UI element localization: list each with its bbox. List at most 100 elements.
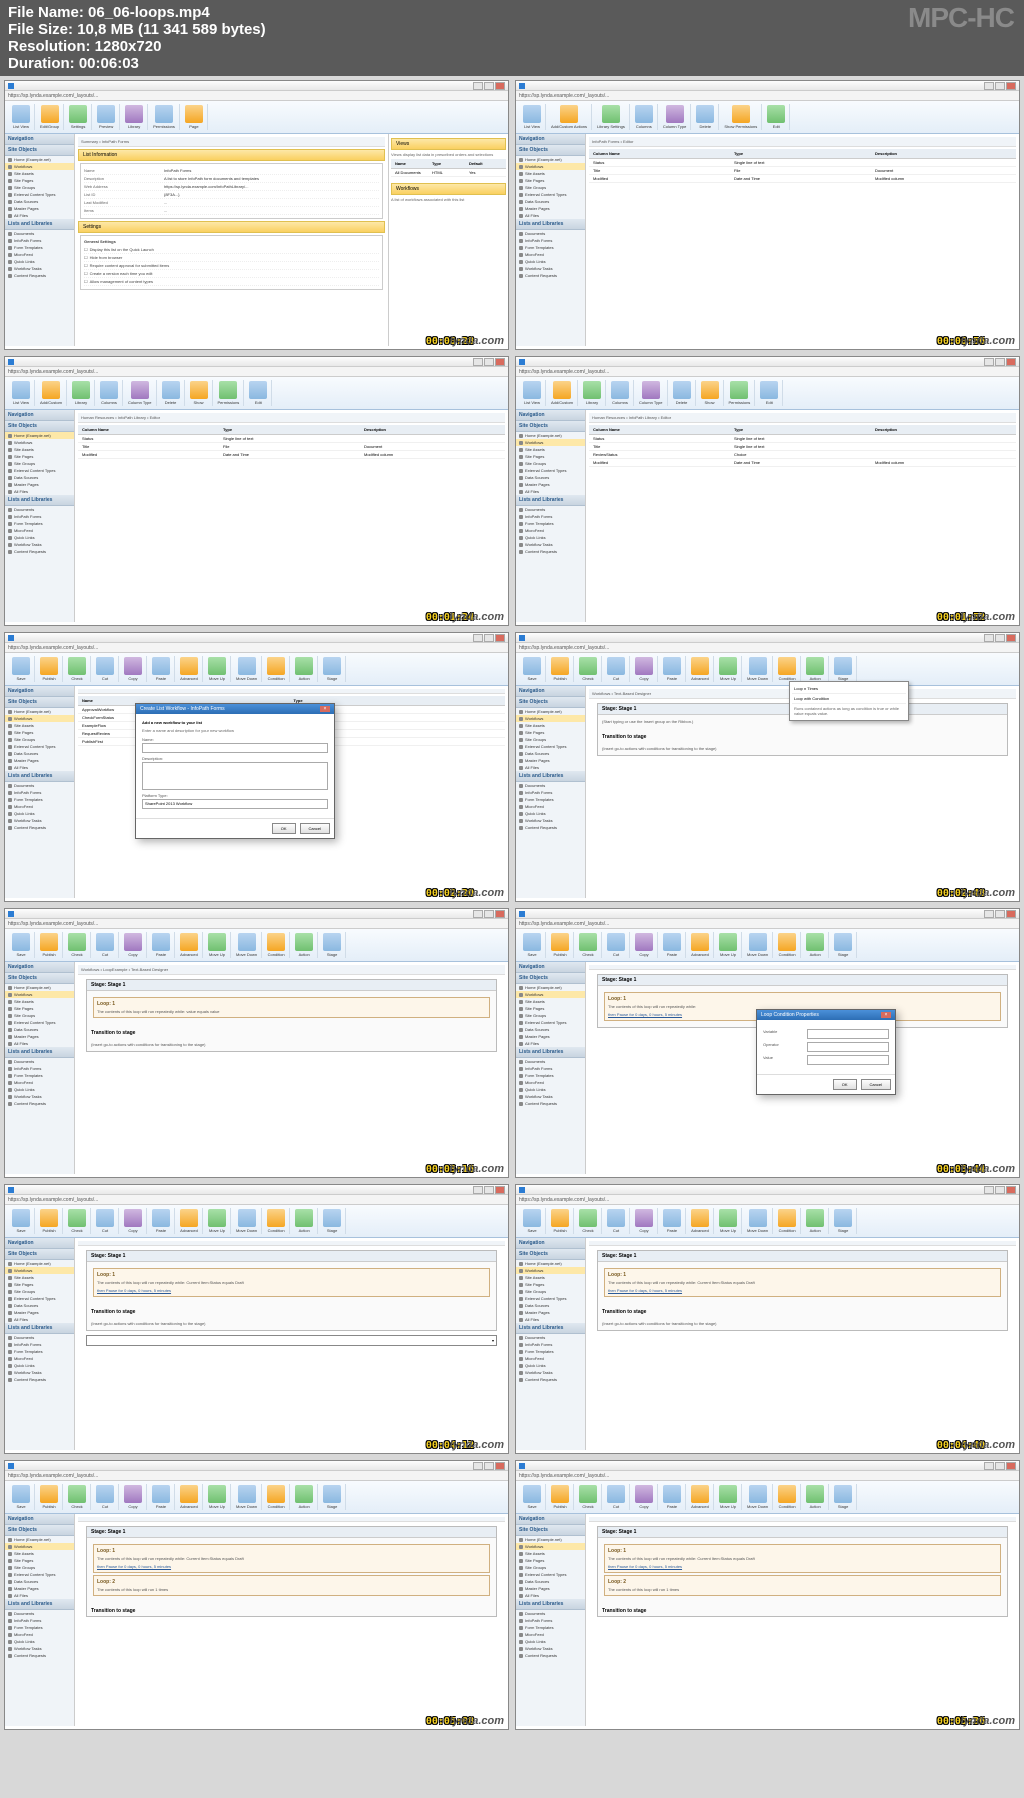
nav-item[interactable]: Documents bbox=[5, 1610, 74, 1617]
nav-item[interactable]: Documents bbox=[516, 1334, 585, 1341]
ribbon-button[interactable]: Library Settings bbox=[593, 104, 630, 130]
ribbon-button[interactable]: Settings bbox=[65, 104, 92, 130]
nav-item[interactable]: Workflows bbox=[516, 1543, 585, 1550]
maximize-button[interactable] bbox=[995, 1186, 1005, 1194]
address-bar[interactable]: https://sp.lynda.example.com/_layouts/..… bbox=[516, 643, 1019, 653]
nav-item[interactable]: InfoPath Forms bbox=[5, 1617, 74, 1624]
nav-item[interactable]: Site Assets bbox=[516, 446, 585, 453]
nav-item[interactable]: InfoPath Forms bbox=[5, 513, 74, 520]
nav-item[interactable]: Home (Example.net) bbox=[516, 708, 585, 715]
minimize-button[interactable] bbox=[984, 1186, 994, 1194]
nav-item[interactable]: Form Templates bbox=[516, 1348, 585, 1355]
close-icon[interactable]: × bbox=[320, 706, 330, 712]
nav-item[interactable]: Site Assets bbox=[5, 170, 74, 177]
minimize-button[interactable] bbox=[984, 910, 994, 918]
nav-item[interactable]: Site Assets bbox=[516, 170, 585, 177]
nav-item[interactable]: All Files bbox=[516, 1040, 585, 1047]
nav-item[interactable]: Home (Example.net) bbox=[516, 432, 585, 439]
minimize-button[interactable] bbox=[473, 634, 483, 642]
ribbon-button[interactable]: Stage bbox=[830, 1484, 857, 1510]
ribbon-button[interactable]: Check bbox=[64, 1484, 91, 1510]
nav-item[interactable]: Form Templates bbox=[516, 796, 585, 803]
address-bar[interactable]: https://sp.lynda.example.com/_layouts/..… bbox=[5, 91, 508, 101]
nav-item[interactable]: MicroFeed bbox=[5, 1079, 74, 1086]
breadcrumb[interactable]: Human Resources • InfoPath Library • Edi… bbox=[589, 413, 1016, 423]
close-button[interactable] bbox=[495, 358, 505, 366]
nav-item[interactable]: Master Pages bbox=[516, 1033, 585, 1040]
ribbon-button[interactable]: Move Down bbox=[743, 1484, 773, 1510]
dropdown-field[interactable]: ▾ bbox=[86, 1335, 497, 1346]
ribbon-button[interactable]: List View bbox=[8, 104, 35, 130]
ribbon-button[interactable]: Paste bbox=[148, 1208, 175, 1234]
nav-item[interactable]: Form Templates bbox=[516, 520, 585, 527]
nav-item[interactable]: Site Assets bbox=[5, 998, 74, 1005]
maximize-button[interactable] bbox=[995, 358, 1005, 366]
table-row[interactable]: TitleFileDocument bbox=[78, 443, 505, 451]
nav-item[interactable]: InfoPath Forms bbox=[516, 513, 585, 520]
nav-item[interactable]: Documents bbox=[5, 1334, 74, 1341]
ribbon-button[interactable]: Show Permissions bbox=[720, 104, 762, 130]
ribbon-button[interactable]: Move Down bbox=[743, 1208, 773, 1234]
ribbon-button[interactable]: Move Up bbox=[715, 656, 742, 682]
nav-item[interactable]: Quick Links bbox=[5, 1086, 74, 1093]
nav-item[interactable]: All Files bbox=[516, 1316, 585, 1323]
nav-item[interactable]: Documents bbox=[516, 506, 585, 513]
cancel-button[interactable]: Cancel bbox=[300, 823, 330, 834]
nav-item[interactable]: Quick Links bbox=[516, 258, 585, 265]
ribbon-button[interactable]: Show bbox=[186, 380, 213, 406]
breadcrumb[interactable] bbox=[589, 1517, 1016, 1522]
nav-item[interactable]: Master Pages bbox=[5, 205, 74, 212]
nav-item[interactable]: MicroFeed bbox=[5, 803, 74, 810]
minimize-button[interactable] bbox=[473, 910, 483, 918]
ribbon-button[interactable]: Action bbox=[291, 932, 318, 958]
nav-item[interactable]: Documents bbox=[516, 230, 585, 237]
ribbon-button[interactable]: Move Up bbox=[204, 1484, 231, 1510]
ribbon-button[interactable]: Edit/Group bbox=[36, 104, 64, 130]
nav-item[interactable]: Workflow Tasks bbox=[5, 1369, 74, 1376]
nav-item[interactable]: Site Assets bbox=[5, 1274, 74, 1281]
ribbon-button[interactable]: Save bbox=[8, 1484, 35, 1510]
ribbon-button[interactable]: Stage bbox=[319, 1208, 346, 1234]
nav-item[interactable]: Form Templates bbox=[516, 1624, 585, 1631]
ribbon-button[interactable]: Action bbox=[802, 932, 829, 958]
address-bar[interactable]: https://sp.lynda.example.com/_layouts/..… bbox=[516, 1195, 1019, 1205]
nav-item[interactable]: Site Pages bbox=[5, 453, 74, 460]
ribbon-button[interactable]: Action bbox=[802, 656, 829, 682]
breadcrumb[interactable] bbox=[589, 1241, 1016, 1246]
nav-item[interactable]: Data Sources bbox=[516, 1578, 585, 1585]
nav-item[interactable]: Master Pages bbox=[516, 205, 585, 212]
ribbon-button[interactable]: Save bbox=[519, 932, 546, 958]
cancel-button[interactable]: Cancel bbox=[861, 1079, 891, 1090]
close-button[interactable] bbox=[1006, 1462, 1016, 1470]
address-bar[interactable]: https://sp.lynda.example.com/_layouts/..… bbox=[516, 1471, 1019, 1481]
nav-item[interactable]: Quick Links bbox=[5, 534, 74, 541]
nav-item[interactable]: Content Requests bbox=[516, 548, 585, 555]
ribbon-button[interactable]: Stage bbox=[319, 656, 346, 682]
nav-item[interactable]: Site Pages bbox=[516, 453, 585, 460]
maximize-button[interactable] bbox=[484, 1462, 494, 1470]
ribbon-button[interactable]: Save bbox=[519, 656, 546, 682]
nav-item[interactable]: Workflow Tasks bbox=[5, 541, 74, 548]
nav-item[interactable]: Home (Example.net) bbox=[516, 156, 585, 163]
ribbon-button[interactable]: Action bbox=[291, 1484, 318, 1510]
ribbon-button[interactable]: Move Up bbox=[715, 932, 742, 958]
nav-item[interactable]: Content Requests bbox=[5, 824, 74, 831]
nav-item[interactable]: External Content Types bbox=[516, 1019, 585, 1026]
minimize-button[interactable] bbox=[984, 358, 994, 366]
minimize-button[interactable] bbox=[984, 634, 994, 642]
breadcrumb[interactable] bbox=[78, 1241, 505, 1246]
maximize-button[interactable] bbox=[484, 82, 494, 90]
close-button[interactable] bbox=[495, 1186, 505, 1194]
nav-item[interactable]: Documents bbox=[5, 1058, 74, 1065]
maximize-button[interactable] bbox=[995, 1462, 1005, 1470]
ribbon-button[interactable]: Cut bbox=[92, 932, 119, 958]
ribbon-button[interactable]: Cut bbox=[92, 1484, 119, 1510]
nav-item[interactable]: InfoPath Forms bbox=[5, 1065, 74, 1072]
ribbon-button[interactable]: Edit bbox=[245, 380, 272, 406]
nav-item[interactable]: Content Requests bbox=[5, 1376, 74, 1383]
ribbon-button[interactable]: Move Up bbox=[204, 1208, 231, 1234]
ribbon-button[interactable]: Check bbox=[64, 932, 91, 958]
nav-item[interactable]: Form Templates bbox=[5, 1624, 74, 1631]
checkbox-option[interactable]: ☐Allow management of content types bbox=[84, 278, 379, 286]
ribbon-button[interactable]: Paste bbox=[148, 932, 175, 958]
